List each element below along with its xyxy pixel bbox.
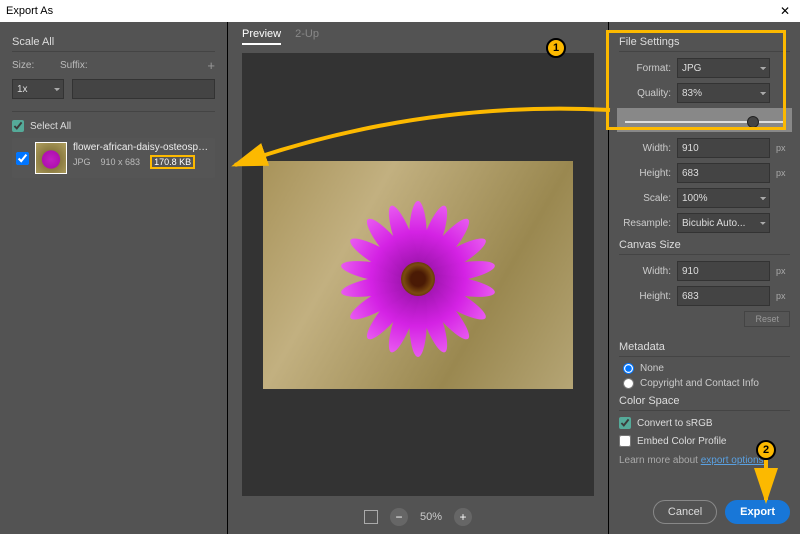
left-panel: Scale All Size: Suffix: + 1x Select All … — [0, 22, 228, 534]
scale-label: Scale: — [619, 193, 671, 204]
asset-thumbnail — [35, 142, 67, 174]
zoom-level: 50% — [420, 511, 442, 523]
metadata-header: Metadata — [619, 341, 790, 357]
suffix-label: Suffix: — [60, 60, 199, 71]
annotation-badge-2: 2 — [756, 440, 776, 460]
select-all-checkbox[interactable] — [12, 120, 24, 132]
metadata-copyright[interactable]: Copyright and Contact Info — [623, 378, 790, 389]
tab-2up[interactable]: 2-Up — [295, 28, 319, 45]
asset-checkbox[interactable] — [16, 152, 29, 165]
fit-icon[interactable] — [364, 510, 378, 524]
titlebar: Export As ✕ — [0, 0, 800, 22]
resample-label: Resample: — [619, 218, 671, 229]
resample-select[interactable]: Bicubic Auto... — [677, 213, 770, 233]
canvas-size-header: Canvas Size — [619, 239, 790, 255]
asset-filename: flower-african-daisy-osteosper... — [73, 142, 211, 153]
canvas-height-input[interactable] — [677, 286, 770, 306]
asset-row[interactable]: flower-african-daisy-osteosper... JPG 91… — [12, 138, 215, 178]
preview-image — [263, 161, 573, 389]
size-label: Size: — [12, 60, 52, 71]
asset-dimensions: 910 x 683 — [101, 157, 141, 167]
add-size-icon[interactable]: + — [207, 58, 215, 73]
reset-button[interactable]: Reset — [744, 311, 790, 327]
tab-preview[interactable]: Preview — [242, 28, 281, 45]
canvas-width-input[interactable] — [677, 261, 770, 281]
format-label: Format: — [619, 63, 671, 74]
width-input[interactable] — [677, 138, 770, 158]
cancel-button[interactable]: Cancel — [653, 500, 717, 524]
zoom-in-icon[interactable]: + — [454, 508, 472, 526]
close-icon[interactable]: ✕ — [776, 4, 794, 18]
export-options-link[interactable]: export options. — [701, 455, 767, 466]
annotation-badge-1: 1 — [546, 38, 566, 58]
size-select[interactable]: 1x — [12, 79, 64, 99]
preview-area — [242, 53, 594, 496]
quality-label: Quality: — [619, 88, 671, 99]
convert-srgb-checkbox[interactable]: Convert to sRGB — [619, 417, 790, 429]
file-settings-header: File Settings — [619, 36, 790, 52]
scale-all-header: Scale All — [12, 36, 215, 52]
height-input[interactable] — [677, 163, 770, 183]
asset-format: JPG — [73, 157, 91, 167]
quality-slider[interactable] — [625, 121, 784, 123]
window-title: Export As — [6, 5, 53, 17]
width-label: Width: — [619, 143, 671, 154]
quality-select[interactable]: 83% — [677, 83, 770, 103]
preview-panel: Preview 2-Up − — [228, 22, 608, 534]
scale-select[interactable]: 100% — [677, 188, 770, 208]
zoom-out-icon[interactable]: − — [390, 508, 408, 526]
export-button[interactable]: Export — [725, 500, 790, 524]
format-select[interactable]: JPG — [677, 58, 770, 78]
height-label: Height: — [619, 168, 671, 179]
color-space-header: Color Space — [619, 395, 790, 411]
select-all-label: Select All — [30, 121, 71, 132]
asset-filesize: 170.8 KB — [150, 155, 195, 169]
metadata-none[interactable]: None — [623, 363, 790, 374]
suffix-input[interactable] — [72, 79, 215, 99]
